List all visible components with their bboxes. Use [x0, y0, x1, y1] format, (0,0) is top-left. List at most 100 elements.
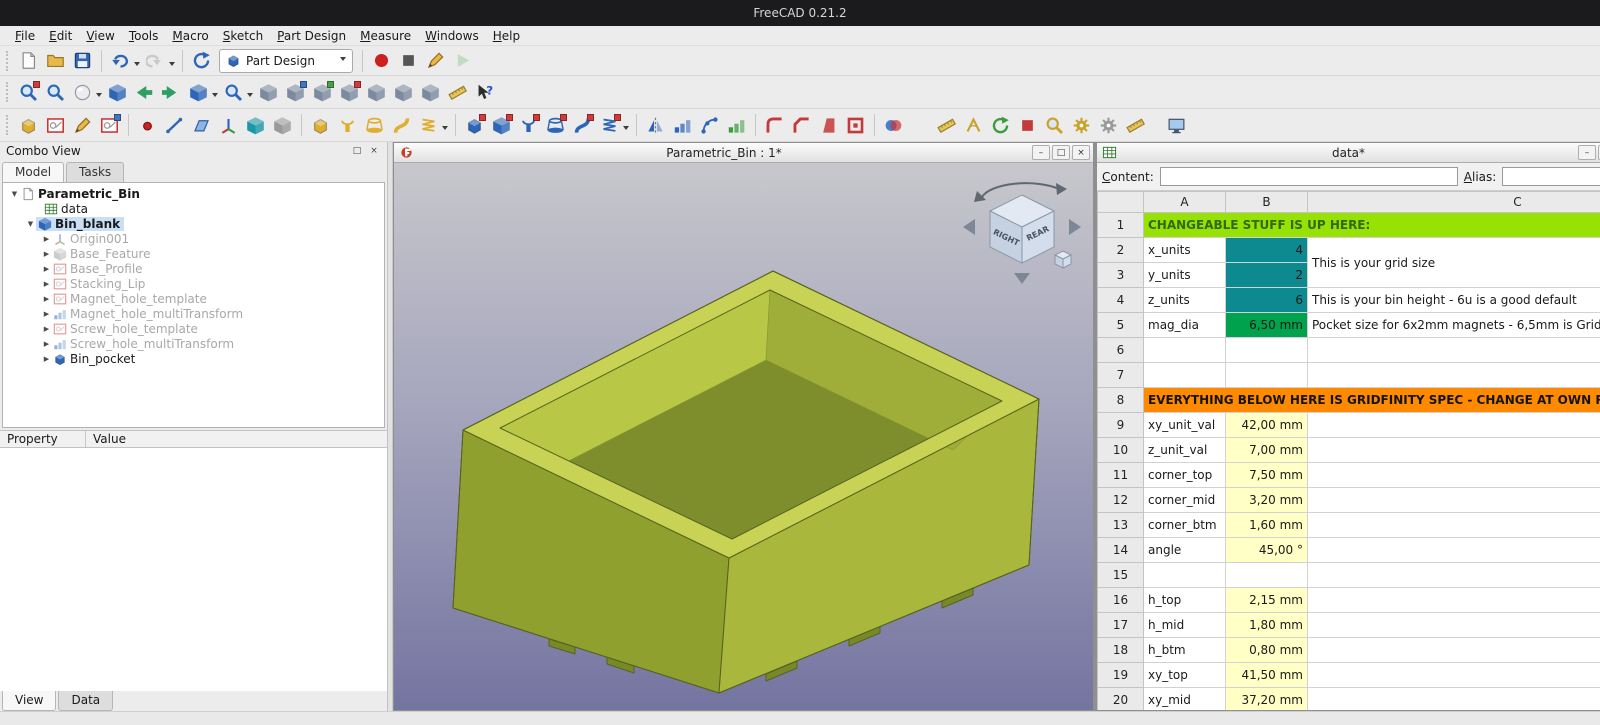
expander-icon[interactable]: ▼ — [9, 190, 20, 198]
cell-c15[interactable] — [1308, 563, 1600, 588]
zoom-dropdown[interactable] — [247, 93, 253, 100]
macro-stop-button[interactable] — [395, 48, 422, 74]
expander-icon[interactable]: ▼ — [25, 220, 36, 228]
cell-a2[interactable]: x_units — [1144, 238, 1226, 263]
cell-a9[interactable]: xy_unit_val — [1144, 413, 1226, 438]
cell-c6[interactable] — [1308, 338, 1600, 363]
toolbar-handle[interactable] — [6, 82, 11, 102]
row-header-11[interactable]: 11 — [1098, 463, 1144, 488]
row-header-14[interactable]: 14 — [1098, 538, 1144, 563]
thickness-button[interactable] — [842, 112, 869, 138]
revolution-button[interactable] — [334, 112, 361, 138]
row-header-8[interactable]: 8 — [1098, 388, 1144, 413]
rotate-left-arrow-icon[interactable] — [974, 191, 986, 202]
tree-item-origin001[interactable]: ▶ Origin001 — [3, 231, 384, 246]
view-top-button[interactable] — [309, 79, 336, 105]
tree-item-base-profile[interactable]: ▶ Base_Profile — [3, 261, 384, 276]
datum-point-button[interactable] — [134, 112, 161, 138]
row-header-19[interactable]: 19 — [1098, 663, 1144, 688]
cell-b11[interactable]: 7,50 mm — [1226, 463, 1308, 488]
tab-view[interactable]: View — [2, 691, 56, 711]
toolbar-handle[interactable] — [6, 51, 11, 71]
cell-b15[interactable] — [1226, 563, 1308, 588]
fit-selection-button[interactable] — [42, 79, 69, 105]
row-header-13[interactable]: 13 — [1098, 513, 1144, 538]
create-sketch-button[interactable] — [42, 112, 69, 138]
row-header-20[interactable]: 20 — [1098, 688, 1144, 711]
additive-dropdown[interactable] — [442, 126, 448, 133]
cell-b12[interactable]: 3,20 mm — [1226, 488, 1308, 513]
minimize-button[interactable]: – — [1032, 145, 1050, 160]
expander-icon[interactable]: ▶ — [41, 235, 52, 243]
measure-clear-button[interactable] — [1014, 112, 1041, 138]
groove-button[interactable] — [515, 112, 542, 138]
undo-button[interactable] — [107, 48, 134, 74]
row-header-2[interactable]: 2 — [1098, 238, 1144, 263]
additive-pipe-button[interactable] — [388, 112, 415, 138]
cell-c2[interactable]: This is your grid size — [1308, 238, 1600, 288]
pocket-button[interactable] — [461, 112, 488, 138]
cell-c17[interactable] — [1308, 613, 1600, 638]
tree-item-magnet-hole-multitransform[interactable]: ▶ Magnet_hole_multiTransform — [3, 306, 384, 321]
macro-record-button[interactable] — [368, 48, 395, 74]
cell-b16[interactable]: 2,15 mm — [1226, 588, 1308, 613]
datum-plane-button[interactable] — [188, 112, 215, 138]
cell-b20[interactable]: 37,20 mm — [1226, 688, 1308, 711]
row-header-12[interactable]: 12 — [1098, 488, 1144, 513]
expander-icon[interactable]: ▶ — [41, 250, 52, 258]
mirrored-button[interactable] — [642, 112, 669, 138]
view-right-button[interactable] — [336, 79, 363, 105]
measure-toggle-button[interactable] — [1041, 112, 1068, 138]
spreadsheet-titlebar[interactable]: data* – □ × — [1097, 143, 1600, 163]
cell-a10[interactable]: z_unit_val — [1144, 438, 1226, 463]
cell-b13[interactable]: 1,60 mm — [1226, 513, 1308, 538]
additive-helix-button[interactable] — [415, 112, 442, 138]
close-button[interactable]: × — [1072, 145, 1090, 160]
cell-a11[interactable]: corner_top — [1144, 463, 1226, 488]
navcube-down-arrow-icon[interactable] — [1014, 273, 1030, 284]
macro-edit-button[interactable] — [422, 48, 449, 74]
cell-b18[interactable]: 0,80 mm — [1226, 638, 1308, 663]
content-input[interactable] — [1160, 167, 1458, 186]
cell-a7[interactable] — [1144, 363, 1226, 388]
row-header-4[interactable]: 4 — [1098, 288, 1144, 313]
cell-a14[interactable]: angle — [1144, 538, 1226, 563]
cell-b17[interactable]: 1,80 mm — [1226, 613, 1308, 638]
open-file-button[interactable] — [42, 48, 69, 74]
cell-a18[interactable]: h_btm — [1144, 638, 1226, 663]
tab-model[interactable]: Model — [2, 162, 64, 182]
undo-dropdown[interactable] — [134, 62, 140, 69]
cell-b7[interactable] — [1226, 363, 1308, 388]
cell-a3[interactable]: y_units — [1144, 263, 1226, 288]
tab-data[interactable]: Data — [58, 691, 113, 711]
property-table-body[interactable] — [0, 448, 387, 691]
cell-c14[interactable] — [1308, 538, 1600, 563]
textured-view-button[interactable] — [104, 79, 131, 105]
pad-button[interactable] — [307, 112, 334, 138]
view-rear-button[interactable] — [363, 79, 390, 105]
menu-item-part-design[interactable]: Part Design — [270, 27, 353, 45]
tree-item-data[interactable]: data — [3, 201, 384, 216]
rotate-arc-icon[interactable] — [982, 183, 1059, 197]
edit-sketch-button[interactable] — [69, 112, 96, 138]
cell-a1[interactable]: CHANGEABLE STUFF IS UP HERE: — [1144, 213, 1600, 238]
whats-this-button[interactable] — [471, 79, 498, 105]
measure-angular-button[interactable] — [960, 112, 987, 138]
maximize-button[interactable]: □ — [1052, 145, 1070, 160]
cell-a12[interactable]: corner_mid — [1144, 488, 1226, 513]
cell-b19[interactable]: 41,50 mm — [1226, 663, 1308, 688]
menu-item-macro[interactable]: Macro — [165, 27, 215, 45]
map-sketch-button[interactable] — [96, 112, 123, 138]
tree-item-screw-hole-template[interactable]: ▶ Screw_hole_template — [3, 321, 384, 336]
row-header-7[interactable]: 7 — [1098, 363, 1144, 388]
cell-c20[interactable] — [1308, 688, 1600, 711]
local-cs-button[interactable] — [215, 112, 242, 138]
zoom-button[interactable] — [220, 79, 247, 105]
menu-item-file[interactable]: File — [8, 27, 42, 45]
cell-c19[interactable] — [1308, 663, 1600, 688]
col-header-b[interactable]: B — [1226, 192, 1308, 213]
draw-style-button[interactable] — [69, 79, 96, 105]
expander-icon[interactable]: ▶ — [41, 265, 52, 273]
linear-pattern-button[interactable] — [669, 112, 696, 138]
col-header-a[interactable]: A — [1144, 192, 1226, 213]
